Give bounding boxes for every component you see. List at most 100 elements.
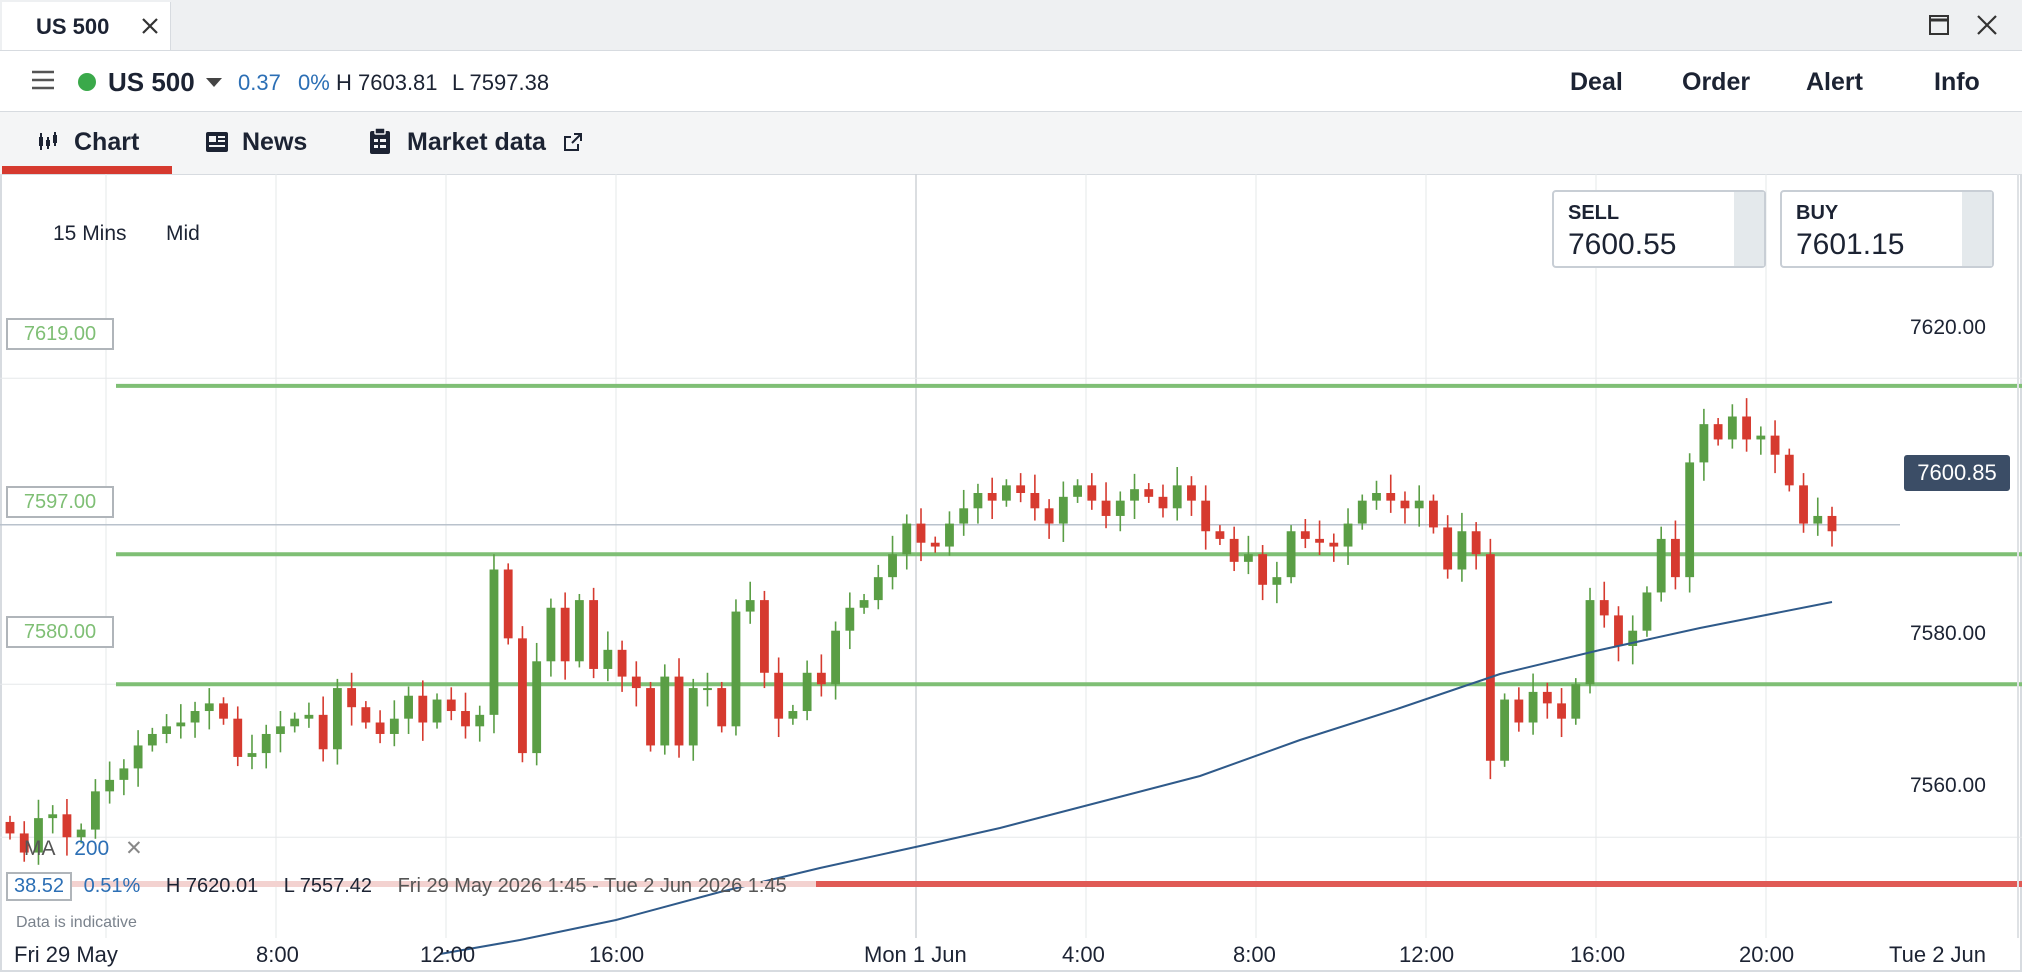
buy-button[interactable]: BUY 7601.15 xyxy=(1780,190,1994,268)
price-chart[interactable] xyxy=(0,174,2022,972)
candle-body xyxy=(1130,489,1139,501)
tab-market-data-label: Market data xyxy=(407,128,546,156)
candle-body xyxy=(133,745,143,769)
sell-price: 7600.55 xyxy=(1568,228,1677,261)
active-tab-indicator xyxy=(2,166,172,174)
candle-body xyxy=(1614,615,1623,646)
maximize-icon[interactable] xyxy=(1926,12,1952,38)
candle-body xyxy=(1144,489,1154,497)
candle-body xyxy=(1272,577,1282,585)
day-high: H 7603.81 xyxy=(336,70,438,95)
range-period: Fri 29 May 2026 1:45 - Tue 2 Jun 2026 1:… xyxy=(397,875,787,897)
candle-body xyxy=(1187,485,1196,501)
y-tick-label: 7620.00 xyxy=(1910,316,1986,339)
candle-body xyxy=(1585,600,1595,685)
external-link-icon xyxy=(562,131,584,158)
tab-chart[interactable]: Chart xyxy=(0,112,172,174)
level-label-7619[interactable]: 7619.00 xyxy=(6,318,114,350)
candle-body xyxy=(190,711,200,723)
candle-body xyxy=(774,672,784,719)
candle-body xyxy=(959,508,969,524)
candle-body xyxy=(518,638,527,754)
candle-body xyxy=(574,600,584,662)
x-tick-label: Mon 1 Jun xyxy=(864,942,967,967)
candle-body xyxy=(1528,691,1538,723)
level-label-7597[interactable]: 7597.00 xyxy=(6,486,114,518)
x-tick-label: 8:00 xyxy=(1233,942,1276,967)
candle-body xyxy=(831,630,841,685)
candle-body xyxy=(1756,435,1766,440)
candle-body xyxy=(845,607,855,631)
close-tab-icon[interactable] xyxy=(138,14,162,38)
candle-body xyxy=(1727,416,1737,440)
range-change: 38.52 xyxy=(6,872,73,901)
candle-body xyxy=(475,714,485,727)
tab-news[interactable]: News xyxy=(190,112,330,174)
content-tabs: Chart News Market data xyxy=(0,111,2022,175)
candle-body xyxy=(261,733,271,754)
window-tab[interactable]: US 500 xyxy=(2,2,171,50)
indicator-row: MA 200 ✕ xyxy=(24,836,143,861)
order-button[interactable]: Order xyxy=(1682,68,1750,97)
range-change-percent: 0.51% xyxy=(83,875,141,897)
buy-button-side xyxy=(1962,192,1992,266)
remove-indicator-icon[interactable]: ✕ xyxy=(125,837,143,860)
indicator-period[interactable]: 200 xyxy=(74,837,109,860)
current-price-marker: 7600.85 xyxy=(1904,455,2010,491)
candle-body xyxy=(1115,500,1125,516)
info-button[interactable]: Info xyxy=(1934,68,1980,97)
candle-body xyxy=(1229,538,1239,562)
candle-body xyxy=(147,733,157,746)
buy-price: 7601.15 xyxy=(1796,228,1905,261)
candle-body xyxy=(418,695,428,723)
news-icon xyxy=(204,129,230,160)
range-stats: 38.52 0.51% H 7620.01 L 7557.42 Fri 29 M… xyxy=(6,872,787,901)
price-type-selector[interactable]: Mid xyxy=(166,222,200,246)
candle-body xyxy=(389,718,399,734)
instrument-header: US 500 0.37 0% H 7603.81 L 7597.38 Deal … xyxy=(0,51,2022,111)
x-tick-label: Fri 29 May xyxy=(14,942,118,967)
timeframe-selector[interactable]: 15 Mins xyxy=(53,222,127,246)
candle-body xyxy=(347,688,357,708)
candle-body xyxy=(276,726,285,734)
menu-icon[interactable] xyxy=(30,68,56,92)
candle-body xyxy=(1243,554,1253,562)
chart-area[interactable] xyxy=(0,174,2022,972)
candle-body xyxy=(532,661,542,754)
candle-body xyxy=(304,714,314,719)
sell-button[interactable]: SELL 7600.55 xyxy=(1552,190,1766,268)
close-window-icon[interactable] xyxy=(1974,12,2000,38)
candle-body xyxy=(1742,416,1752,440)
candle-body xyxy=(1329,542,1339,547)
candle-body xyxy=(1286,531,1296,578)
candle-body xyxy=(617,649,627,677)
buy-label: BUY xyxy=(1796,202,1839,224)
tab-chart-label: Chart xyxy=(74,128,140,156)
clipboard-icon xyxy=(368,127,392,160)
instrument-name[interactable]: US 500 xyxy=(108,67,195,98)
alert-button[interactable]: Alert xyxy=(1806,68,1863,97)
candle-body xyxy=(1656,538,1666,593)
candle-body xyxy=(745,600,755,612)
candle-body xyxy=(674,676,684,746)
deal-button[interactable]: Deal xyxy=(1570,68,1623,97)
candle-body xyxy=(119,768,129,780)
tab-market-data[interactable]: Market data xyxy=(360,112,600,174)
candle-body xyxy=(788,711,798,719)
chevron-down-icon[interactable] xyxy=(206,78,222,87)
x-tick-label: 12:00 xyxy=(420,942,476,967)
candle-body xyxy=(1001,485,1011,501)
candle-body xyxy=(1016,485,1026,493)
candle-body xyxy=(105,779,115,792)
candle-body xyxy=(176,722,186,727)
candle-body xyxy=(446,699,456,712)
level-label-7580[interactable]: 7580.00 xyxy=(6,616,114,648)
candle-body xyxy=(1827,515,1837,532)
x-tick-label: 20:00 xyxy=(1739,942,1795,967)
candle-body xyxy=(1172,485,1182,509)
indicator-name: MA xyxy=(24,837,55,860)
candle-body xyxy=(873,577,883,601)
candle-body xyxy=(1542,691,1552,704)
x-tick-label: Tue 2 Jun xyxy=(1889,942,1987,967)
candle-body xyxy=(546,607,556,662)
